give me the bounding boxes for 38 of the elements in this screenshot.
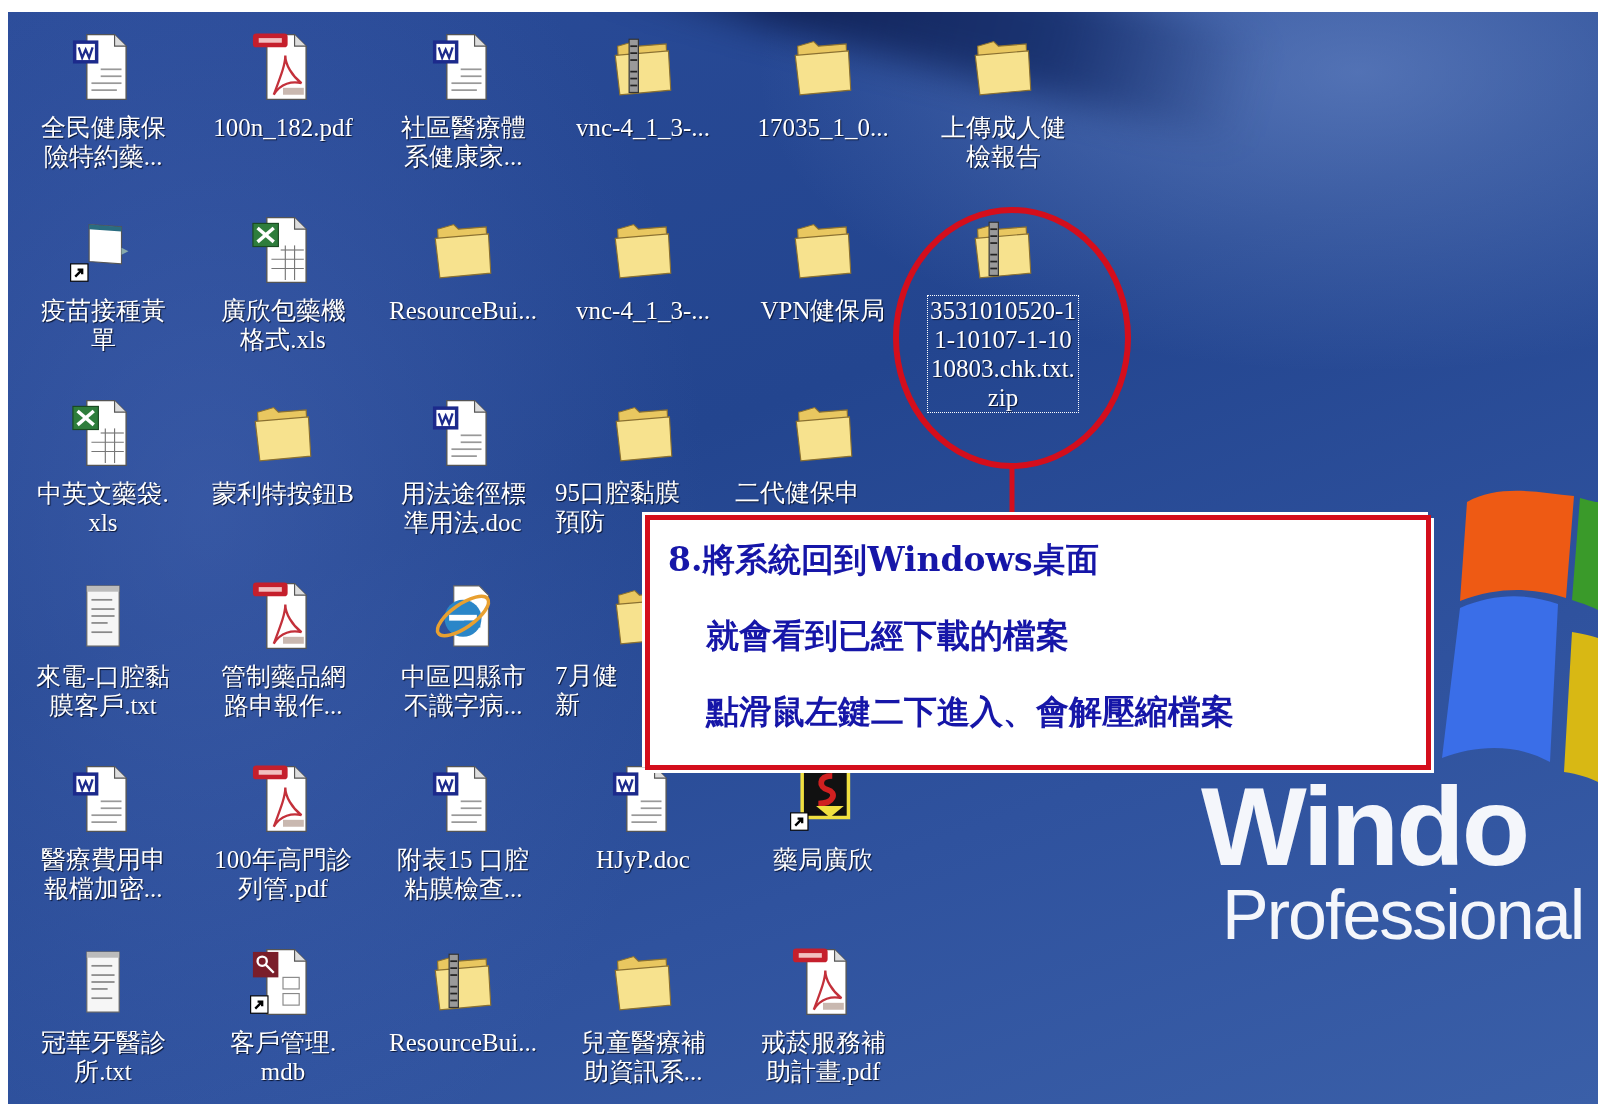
file-name-label[interactable]: vnc-4_1_3-... bbox=[573, 295, 713, 326]
file-name-label[interactable]: 醫療費用申 報檔加密... bbox=[37, 844, 169, 904]
file-name-label[interactable]: 預防 bbox=[555, 507, 605, 536]
file-name-label[interactable]: 廣欣包藥機 格式.xls bbox=[217, 295, 349, 355]
file-name-label[interactable]: 客戶管理. mdb bbox=[226, 1027, 340, 1087]
callout-text: 點滑鼠左鍵二下進入、會解壓縮檔案 bbox=[706, 691, 1234, 733]
file-name-label[interactable]: 用法途徑標 準用法.doc bbox=[397, 478, 529, 538]
file-name-label[interactable]: ResourceBui... bbox=[386, 295, 540, 326]
file-name-label[interactable]: 全民健康保 險特約藥... bbox=[37, 112, 169, 172]
callout-text: 就會看到已經下載的檔案 bbox=[706, 615, 1069, 657]
file-name-label[interactable]: 社區醫療體 系健康家... bbox=[397, 112, 529, 172]
callout-heading: 8.將系統回到Windows桌面 bbox=[668, 539, 1099, 581]
file-name-label[interactable]: 蒙利特按鈕B bbox=[209, 478, 357, 509]
file-name-label[interactable]: 100年高門診 列管.pdf bbox=[211, 844, 355, 904]
file-name-label[interactable]: 附表15 口腔 粘膜檢查... bbox=[394, 844, 532, 904]
logo-wordmark: Windo bbox=[1201, 782, 1528, 872]
file-name-label[interactable]: 7月健 bbox=[555, 661, 618, 690]
file-name-label[interactable]: 新 bbox=[555, 690, 580, 719]
file-name-label[interactable]: ResourceBui... bbox=[386, 1027, 540, 1058]
logo-edition-text: Professional bbox=[1222, 878, 1584, 952]
file-name-label[interactable]: 中區四縣市 不識字病... bbox=[397, 661, 529, 721]
file-name-label[interactable]: 100n_182.pdf bbox=[210, 112, 356, 143]
file-name-label[interactable]: 上傳成人健 檢報告 bbox=[937, 112, 1069, 172]
file-name-label[interactable]: HJyP.doc bbox=[593, 844, 693, 875]
file-name-label[interactable]: 95口腔黏膜 bbox=[555, 478, 680, 507]
file-name-label[interactable]: 17035_1_0... bbox=[754, 112, 892, 143]
file-name-label[interactable]: 來電-口腔黏 膜客戶.txt bbox=[33, 661, 173, 721]
file-name-label[interactable]: 管制藥品網 路申報作... bbox=[217, 661, 349, 721]
file-name-label[interactable]: 3531010520-1 1-10107-1-10 10803.chk.txt. zip bbox=[927, 295, 1079, 413]
file-name-label[interactable]: 冠華牙醫診 所.txt bbox=[37, 1027, 169, 1087]
file-name-label[interactable]: VPN健保局 bbox=[757, 295, 889, 326]
file-name-label[interactable]: 二代健保申 bbox=[735, 478, 860, 507]
file-name-label[interactable]: vnc-4_1_3-... bbox=[573, 112, 713, 143]
file-name-label[interactable]: 藥局廣欣 bbox=[770, 844, 876, 875]
file-name-label[interactable]: 疫苗接種黃 單 bbox=[37, 295, 169, 355]
file-name-label[interactable]: 戒菸服務補 助計畫.pdf bbox=[757, 1027, 889, 1087]
file-name-label[interactable]: 中英文藥袋. xls bbox=[34, 478, 172, 538]
file-name-label[interactable]: 兒童醫療補 助資訊系... bbox=[577, 1027, 709, 1087]
